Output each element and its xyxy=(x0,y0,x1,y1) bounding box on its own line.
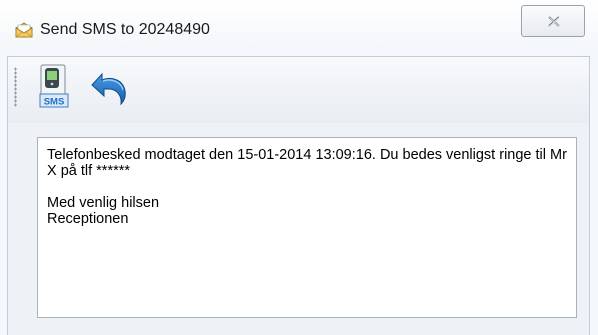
sms-phone-icon: SMS xyxy=(39,64,69,108)
window-title: Send SMS to 20248490 xyxy=(40,21,210,38)
title-bar[interactable]: Send SMS to 20248490 xyxy=(0,0,598,50)
sms-window: Send SMS to 20248490 SMS Telefonbesked m… xyxy=(0,0,598,335)
sms-icon-label: SMS xyxy=(44,97,65,108)
toolbar: SMS xyxy=(8,57,589,123)
undo-arrow-icon xyxy=(91,72,126,106)
envelope-icon xyxy=(14,20,34,40)
close-button[interactable] xyxy=(521,5,585,37)
undo-button[interactable] xyxy=(90,63,130,111)
close-icon xyxy=(548,16,560,27)
toolbar-grip[interactable] xyxy=(14,67,17,107)
client-area: SMS Telefonbesked modtaget den 15-01-201… xyxy=(7,56,590,335)
message-textarea[interactable]: Telefonbesked modtaget den 15-01-2014 13… xyxy=(37,137,577,318)
send-sms-button[interactable]: SMS xyxy=(36,63,76,111)
